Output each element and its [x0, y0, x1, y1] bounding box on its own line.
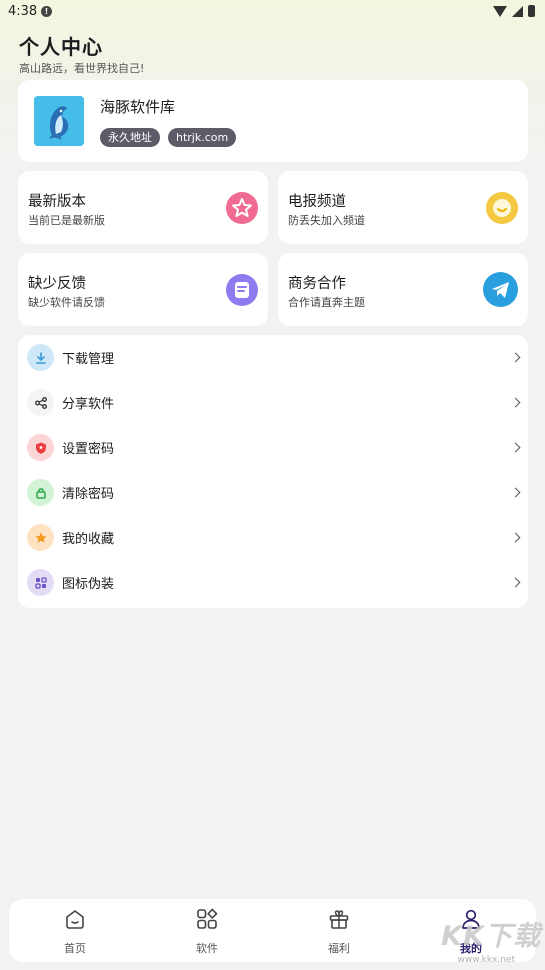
- grid-card-subtitle: 防丢失加入频道: [288, 214, 365, 227]
- apps-icon: [27, 569, 54, 596]
- menu-list: 下载管理 分享软件 设置密码 清除密码 我的收藏 图标伪装: [18, 335, 528, 608]
- menu-item-set-password[interactable]: 设置密码: [18, 425, 528, 470]
- nav-label: 软件: [196, 942, 218, 955]
- tag-site-url[interactable]: htrjk.com: [168, 128, 237, 147]
- profile-tags: 永久地址 htrjk.com: [100, 128, 237, 147]
- share-icon: [27, 389, 54, 416]
- signal-icon: [512, 5, 523, 17]
- shield-icon: [27, 434, 54, 461]
- watermark-logo: KK下载: [441, 921, 541, 952]
- chevron-right-icon: [510, 577, 521, 588]
- menu-item-label: 分享软件: [62, 397, 115, 412]
- menu-item-label: 下载管理: [62, 352, 115, 367]
- grid-card-title: 电报频道: [288, 194, 346, 210]
- menu-item-label: 图标伪装: [62, 577, 115, 592]
- telegram-icon: [483, 272, 518, 307]
- wifi-icon: [493, 5, 507, 17]
- profile-name: 海豚软件库: [100, 98, 176, 116]
- avatar: [34, 96, 84, 146]
- menu-item-icon-disguise[interactable]: 图标伪装: [18, 560, 528, 605]
- menu-item-label: 设置密码: [62, 442, 115, 457]
- grid-card-latest-version[interactable]: 最新版本 当前已是最新版: [18, 171, 268, 244]
- feedback-note-icon: [226, 274, 258, 306]
- star-icon: [27, 524, 54, 551]
- menu-item-label: 清除密码: [62, 487, 115, 502]
- profile-card[interactable]: 海豚软件库 永久地址 htrjk.com: [18, 80, 528, 162]
- grid-card-title: 最新版本: [28, 194, 86, 210]
- grid-card-telegram-channel[interactable]: 电报频道 防丢失加入频道: [278, 171, 528, 244]
- tag-permanent-address[interactable]: 永久地址: [100, 128, 160, 147]
- grid-card-subtitle: 缺少软件请反馈: [28, 296, 105, 309]
- nav-item-home[interactable]: 首页: [45, 907, 105, 957]
- chevron-right-icon: [510, 397, 521, 408]
- alert-icon: !: [41, 6, 52, 17]
- battery-icon: [528, 5, 535, 17]
- chevron-right-icon: [510, 352, 521, 363]
- star-badge-icon: [226, 192, 258, 224]
- dolphin-icon: [34, 96, 84, 146]
- nav-label: 首页: [64, 942, 86, 955]
- grid-card-subtitle: 合作请直奔主题: [288, 296, 365, 309]
- menu-item-label: 我的收藏: [62, 532, 115, 547]
- menu-item-favorites[interactable]: 我的收藏: [18, 515, 528, 560]
- gift-icon: [329, 910, 349, 929]
- smile-chat-icon: [486, 192, 518, 224]
- nav-item-welfare[interactable]: 福利: [309, 907, 369, 957]
- page-title: 个人中心: [19, 35, 103, 59]
- status-icons: [493, 5, 535, 17]
- menu-item-share[interactable]: 分享软件: [18, 380, 528, 425]
- lock-icon: [27, 479, 54, 506]
- grid-card-title: 缺少反馈: [28, 276, 86, 292]
- chevron-right-icon: [510, 487, 521, 498]
- nav-label: 福利: [328, 942, 350, 955]
- chevron-right-icon: [510, 532, 521, 543]
- status-bar: 4:38 !: [0, 0, 545, 26]
- status-time: 4:38: [8, 4, 38, 19]
- software-icon: [197, 908, 218, 929]
- grid-card-subtitle: 当前已是最新版: [28, 214, 105, 227]
- grid-card-title: 商务合作: [288, 276, 346, 292]
- menu-item-download-manager[interactable]: 下载管理: [18, 335, 528, 380]
- nav-item-software[interactable]: 软件: [177, 907, 237, 957]
- grid-card-business[interactable]: 商务合作 合作请直奔主题: [278, 253, 528, 326]
- grid-card-feedback[interactable]: 缺少反馈 缺少软件请反馈: [18, 253, 268, 326]
- chevron-right-icon: [510, 442, 521, 453]
- watermark-url: www.kkx.net: [457, 955, 516, 965]
- home-icon: [66, 910, 84, 929]
- page-subtitle: 高山路远，看世界找自己!: [19, 62, 145, 75]
- download-icon: [27, 344, 54, 371]
- menu-item-clear-password[interactable]: 清除密码: [18, 470, 528, 515]
